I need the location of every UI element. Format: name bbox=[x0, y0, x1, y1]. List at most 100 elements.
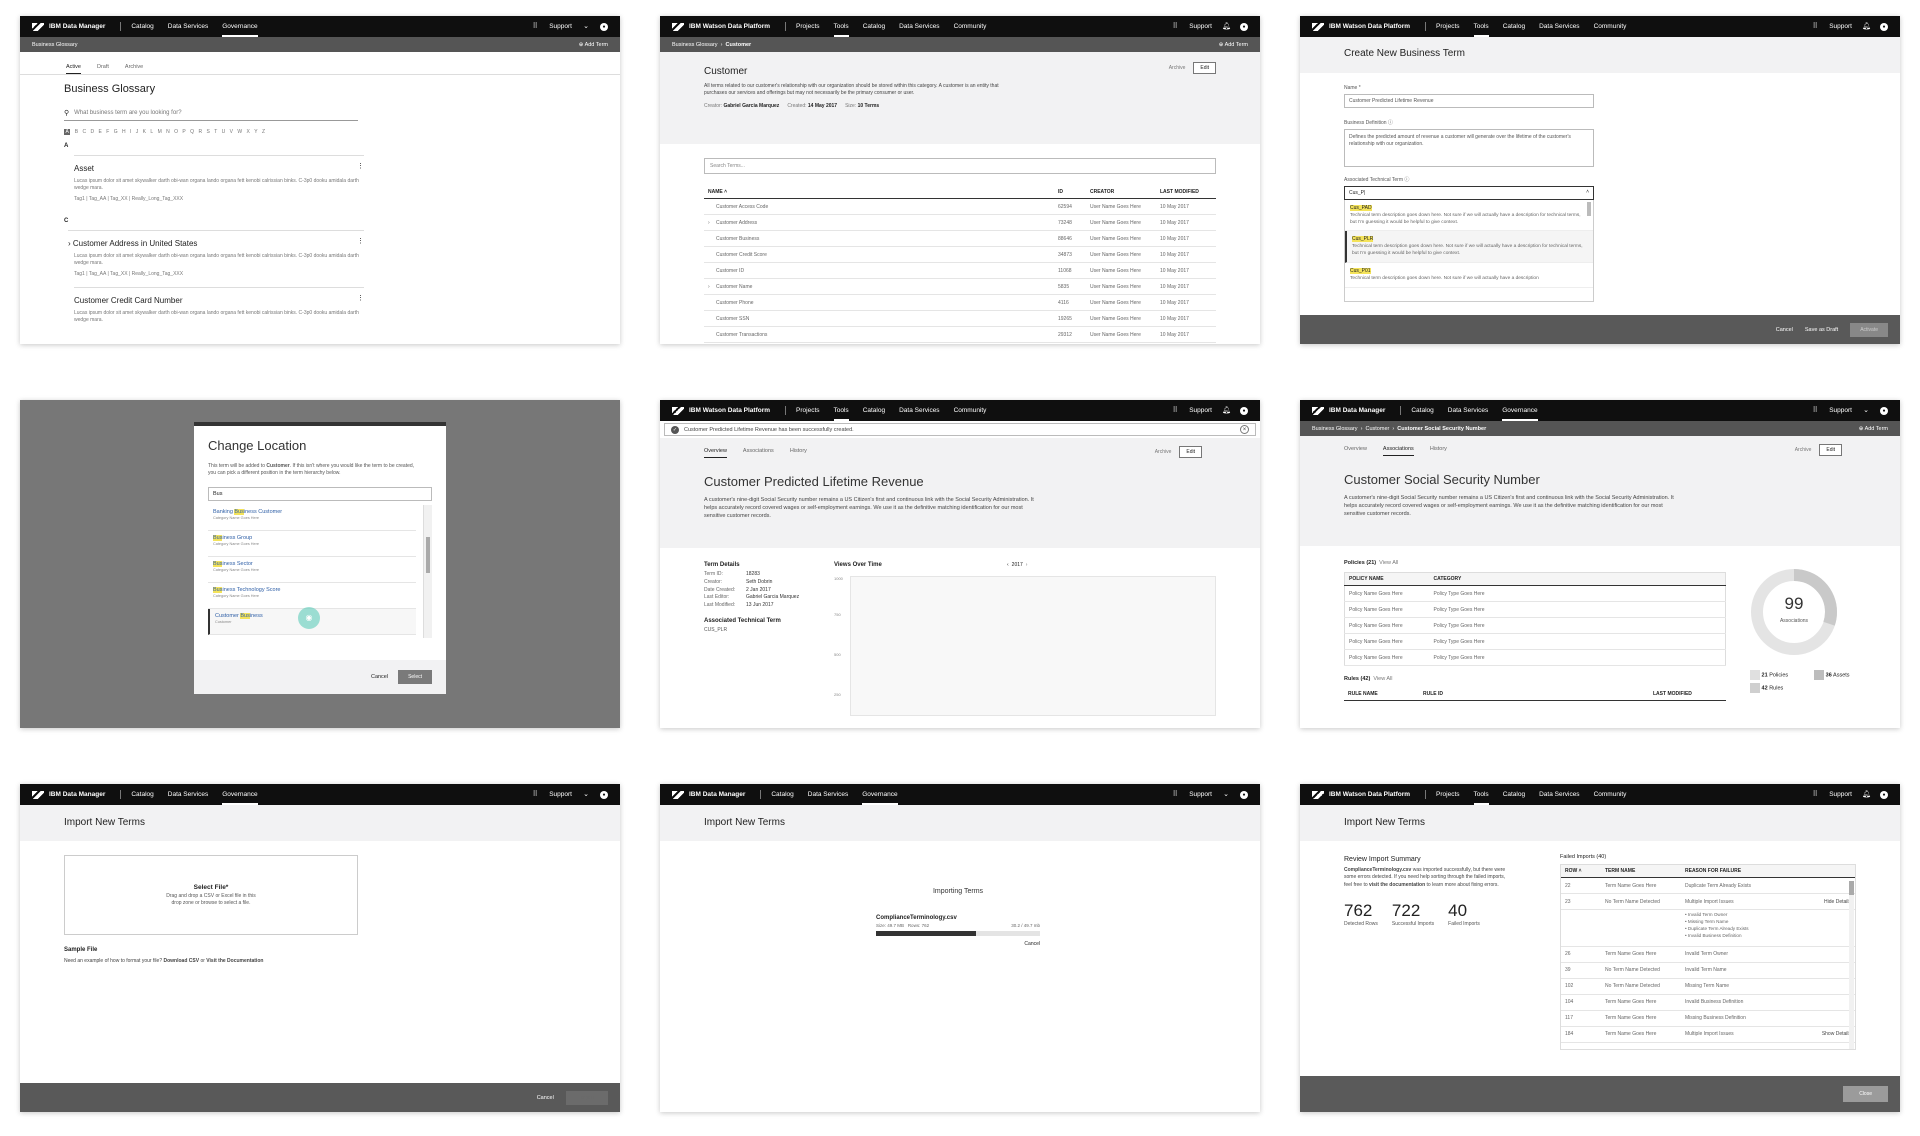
file-drop-zone[interactable]: Select File* Drag and drop a CSV or Exce… bbox=[64, 855, 358, 935]
nav-governance[interactable]: Governance bbox=[222, 17, 258, 37]
table-row[interactable]: Policy Name Goes Here Policy Type Goes He… bbox=[1344, 649, 1726, 666]
app-switcher-icon[interactable]: ⠿ bbox=[1171, 23, 1179, 31]
table-row[interactable]: 23 No Term Name Detected Multiple Import I… bbox=[1561, 893, 1855, 910]
table-row[interactable]: Customer Business 88646 User Name Goes Her… bbox=[704, 230, 1216, 247]
user-avatar-icon[interactable]: ● bbox=[1240, 22, 1248, 31]
bell-icon[interactable]: 🔔︎ bbox=[1222, 23, 1231, 31]
user-avatar-icon[interactable]: ● bbox=[1880, 406, 1888, 415]
alphabet-letter[interactable]: Z bbox=[262, 129, 265, 135]
col-rule-modified[interactable]: LAST MODIFIED bbox=[1649, 688, 1726, 701]
nav-governance[interactable]: Governance bbox=[862, 785, 898, 805]
table-row[interactable]: Policy Name Goes Here Policy Type Goes He… bbox=[1344, 617, 1726, 634]
alphabet-letter[interactable]: N bbox=[166, 129, 170, 135]
alphabet-letter[interactable]: R bbox=[198, 129, 202, 135]
nav-catalog[interactable]: Catalog bbox=[771, 785, 793, 805]
close-button[interactable]: Close bbox=[1843, 1086, 1888, 1102]
add-term-button[interactable]: ⊕ Add Term bbox=[1219, 42, 1248, 48]
expand-chevron-icon[interactable]: › bbox=[68, 239, 71, 248]
alphabet-letter[interactable]: H bbox=[122, 129, 126, 135]
edit-button[interactable]: Edit bbox=[1819, 444, 1842, 456]
nav-community[interactable]: Community bbox=[1594, 785, 1627, 805]
support-link[interactable]: Support bbox=[1829, 23, 1852, 30]
user-avatar-icon[interactable]: ● bbox=[1880, 790, 1888, 799]
nav-catalog[interactable]: Catalog bbox=[863, 401, 885, 421]
term-name[interactable]: Asset bbox=[74, 164, 364, 173]
table-row[interactable]: 22 Term Name Goes Here Duplicate Term Alre… bbox=[1561, 877, 1855, 894]
cancel-button[interactable]: Cancel bbox=[537, 1095, 554, 1101]
nav-catalog[interactable]: Catalog bbox=[131, 17, 153, 37]
nav-projects[interactable]: Projects bbox=[796, 401, 819, 421]
chevron-right-icon[interactable]: › bbox=[1026, 562, 1028, 568]
table-row[interactable]: Customer Transactions 29312 User Name Goes… bbox=[704, 326, 1216, 343]
table-row[interactable]: Policy Name Goes Here Policy Type Goes He… bbox=[1344, 601, 1726, 618]
app-switcher-icon[interactable]: ⠿ bbox=[1811, 407, 1819, 415]
definition-textarea[interactable]: Defines the predicted amount of revenue … bbox=[1344, 129, 1594, 167]
app-switcher-icon[interactable]: ⠿ bbox=[1811, 791, 1819, 799]
alphabet-letter[interactable]: C bbox=[82, 129, 86, 135]
alphabet-letter[interactable]: D bbox=[90, 129, 94, 135]
nav-community[interactable]: Community bbox=[954, 401, 987, 421]
alphabet-letter[interactable]: S bbox=[206, 129, 209, 135]
nav-tools[interactable]: Tools bbox=[1473, 17, 1489, 37]
alphabet-letter[interactable]: E bbox=[99, 129, 102, 135]
table-row[interactable]: Customer User Type45238User Name Goes He… bbox=[704, 342, 1216, 344]
nav-data-services[interactable]: Data Services bbox=[1448, 401, 1488, 421]
select-button[interactable]: Select bbox=[398, 670, 432, 684]
alphabet-letter[interactable]: V bbox=[230, 129, 233, 135]
breadcrumb-glossary[interactable]: Business Glossary bbox=[672, 42, 718, 48]
scrollbar[interactable] bbox=[423, 504, 432, 638]
col-category[interactable]: CATEGORY bbox=[1429, 572, 1726, 586]
dropdown-option[interactable]: Cus_PLR Technical term description goes d… bbox=[1345, 231, 1593, 263]
table-row[interactable]: Customer SSN 19265 User Name Goes Here 10 M… bbox=[704, 310, 1216, 327]
expand-chevron-icon[interactable]: › bbox=[708, 220, 716, 226]
tab-associations[interactable]: Associations bbox=[1382, 446, 1414, 456]
col-policy-name[interactable]: POLICY NAME bbox=[1344, 572, 1430, 586]
location-item[interactable]: Business Group Category Name Goes Here bbox=[208, 531, 416, 557]
search-terms-input[interactable]: Search Terms... bbox=[704, 158, 1216, 174]
tab-history[interactable]: History bbox=[1430, 446, 1447, 456]
overflow-menu-icon[interactable]: ⋮ bbox=[357, 294, 364, 302]
support-link[interactable]: Support bbox=[1829, 791, 1852, 798]
col-reason[interactable]: REASON FOR FAILURE bbox=[1681, 865, 1855, 878]
nav-community[interactable]: Community bbox=[954, 17, 987, 37]
overflow-menu-icon[interactable]: ⋮ bbox=[357, 162, 364, 170]
col-name[interactable]: NAME ˄ bbox=[704, 186, 1054, 199]
nav-catalog[interactable]: Catalog bbox=[131, 785, 153, 805]
alphabet-letter[interactable]: B bbox=[75, 129, 78, 135]
location-item[interactable]: Banking Business Customer Category Name G… bbox=[208, 505, 416, 531]
tab-history[interactable]: History bbox=[790, 448, 807, 458]
app-switcher-icon[interactable]: ⠿ bbox=[1171, 791, 1179, 799]
add-term-button[interactable]: ⊕ Add Term bbox=[579, 42, 608, 48]
breadcrumb-customer[interactable]: Customer bbox=[726, 42, 752, 48]
table-row[interactable]: 104 Term Name Goes Here Invalid Business D… bbox=[1561, 994, 1855, 1011]
nav-catalog[interactable]: Catalog bbox=[1411, 401, 1433, 421]
archive-button[interactable]: Archive bbox=[1795, 447, 1812, 453]
show-details-link[interactable]: Show Details bbox=[1822, 1031, 1851, 1037]
info-icon[interactable]: ⓘ bbox=[1388, 120, 1393, 126]
table-row[interactable]: Policy Name Goes Here Policy Type Goes He… bbox=[1344, 633, 1726, 650]
chevron-left-icon[interactable]: ‹ bbox=[1007, 562, 1009, 568]
archive-button[interactable]: Archive bbox=[1169, 65, 1186, 71]
location-search-input[interactable]: Bus bbox=[208, 486, 432, 501]
nav-community[interactable]: Community bbox=[1594, 17, 1627, 37]
bell-icon[interactable]: 🔔︎ bbox=[1222, 407, 1231, 415]
scrollbar[interactable] bbox=[1849, 881, 1854, 1049]
col-rule-id[interactable]: RULE ID bbox=[1419, 688, 1649, 701]
col-id[interactable]: ID bbox=[1054, 186, 1086, 199]
user-avatar-icon[interactable]: ● bbox=[1240, 790, 1248, 799]
table-row[interactable]: › Customer Name 5835 User Name Goes Here 10 … bbox=[704, 278, 1216, 295]
breadcrumb[interactable]: Business Glossary bbox=[32, 42, 78, 48]
search-field[interactable]: ⚲ What business term are you looking for… bbox=[64, 109, 358, 121]
nav-governance[interactable]: Governance bbox=[222, 785, 258, 805]
alphabet-letter[interactable]: M bbox=[158, 129, 162, 135]
nav-data-services[interactable]: Data Services bbox=[899, 17, 939, 37]
term-card[interactable]: Asset ⋮ Lucas ipsum dolor sit amet skywa… bbox=[74, 155, 364, 202]
term-card[interactable]: › Customer Address in United States ⋮ Lu… bbox=[68, 230, 364, 277]
overflow-menu-icon[interactable]: ⋮ bbox=[357, 237, 364, 245]
nav-catalog[interactable]: Catalog bbox=[863, 17, 885, 37]
nav-tools[interactable]: Tools bbox=[833, 401, 849, 421]
alphabet-letter[interactable]: U bbox=[222, 129, 226, 135]
tab-associations[interactable]: Associations bbox=[743, 448, 774, 458]
alphabet-letter[interactable]: T bbox=[214, 129, 217, 135]
table-row[interactable]: 39 No Term Name Detected Invalid Term Name bbox=[1561, 962, 1855, 979]
